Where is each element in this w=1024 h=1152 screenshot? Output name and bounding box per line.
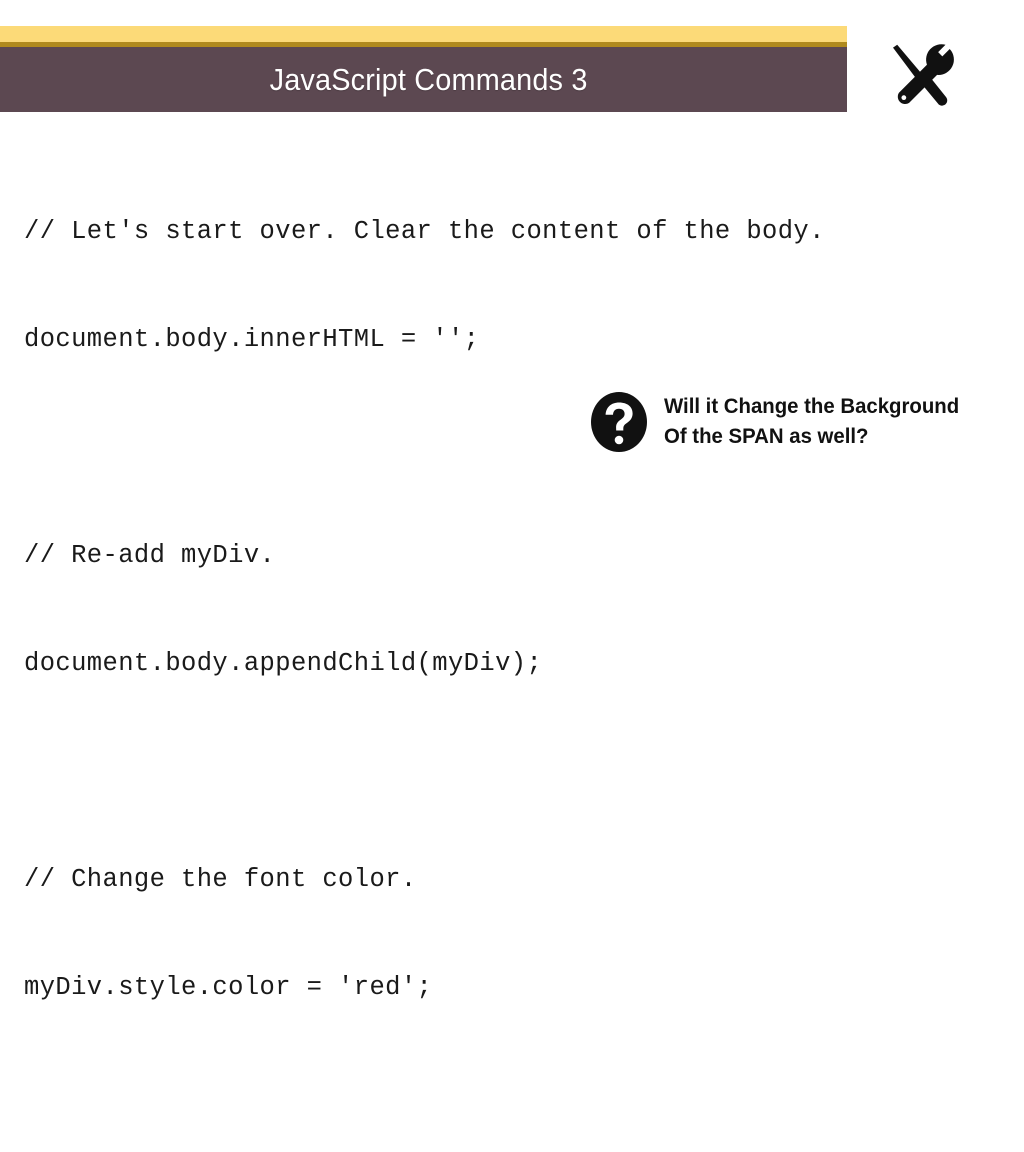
code-line: document.body.appendChild(myDiv); [24, 649, 543, 678]
code-line: document.body.innerHTML = ''; [24, 325, 480, 354]
code-line: // Let's start over. Clear the content o… [24, 217, 825, 246]
tools-icon [885, 42, 957, 112]
page-title: JavaScript Commands 3 [269, 61, 588, 97]
code-line: // Re-add myDiv. [24, 541, 276, 570]
header-bar: JavaScript Commands 3 [0, 47, 847, 112]
question-mark-icon [590, 391, 648, 453]
code-block: // Let's start over. Clear the content o… [24, 142, 1014, 1152]
code-line: myDiv.style.color = 'red'; [24, 973, 433, 1002]
question-callout: Will it Change the Background Of the SPA… [590, 391, 968, 453]
question-text: Will it Change the Background Of the SPA… [664, 395, 960, 448]
slide-header: JavaScript Commands 3 [0, 26, 847, 112]
code-line: // Change the font color. [24, 865, 417, 894]
header-accent-band-yellow [0, 26, 847, 42]
